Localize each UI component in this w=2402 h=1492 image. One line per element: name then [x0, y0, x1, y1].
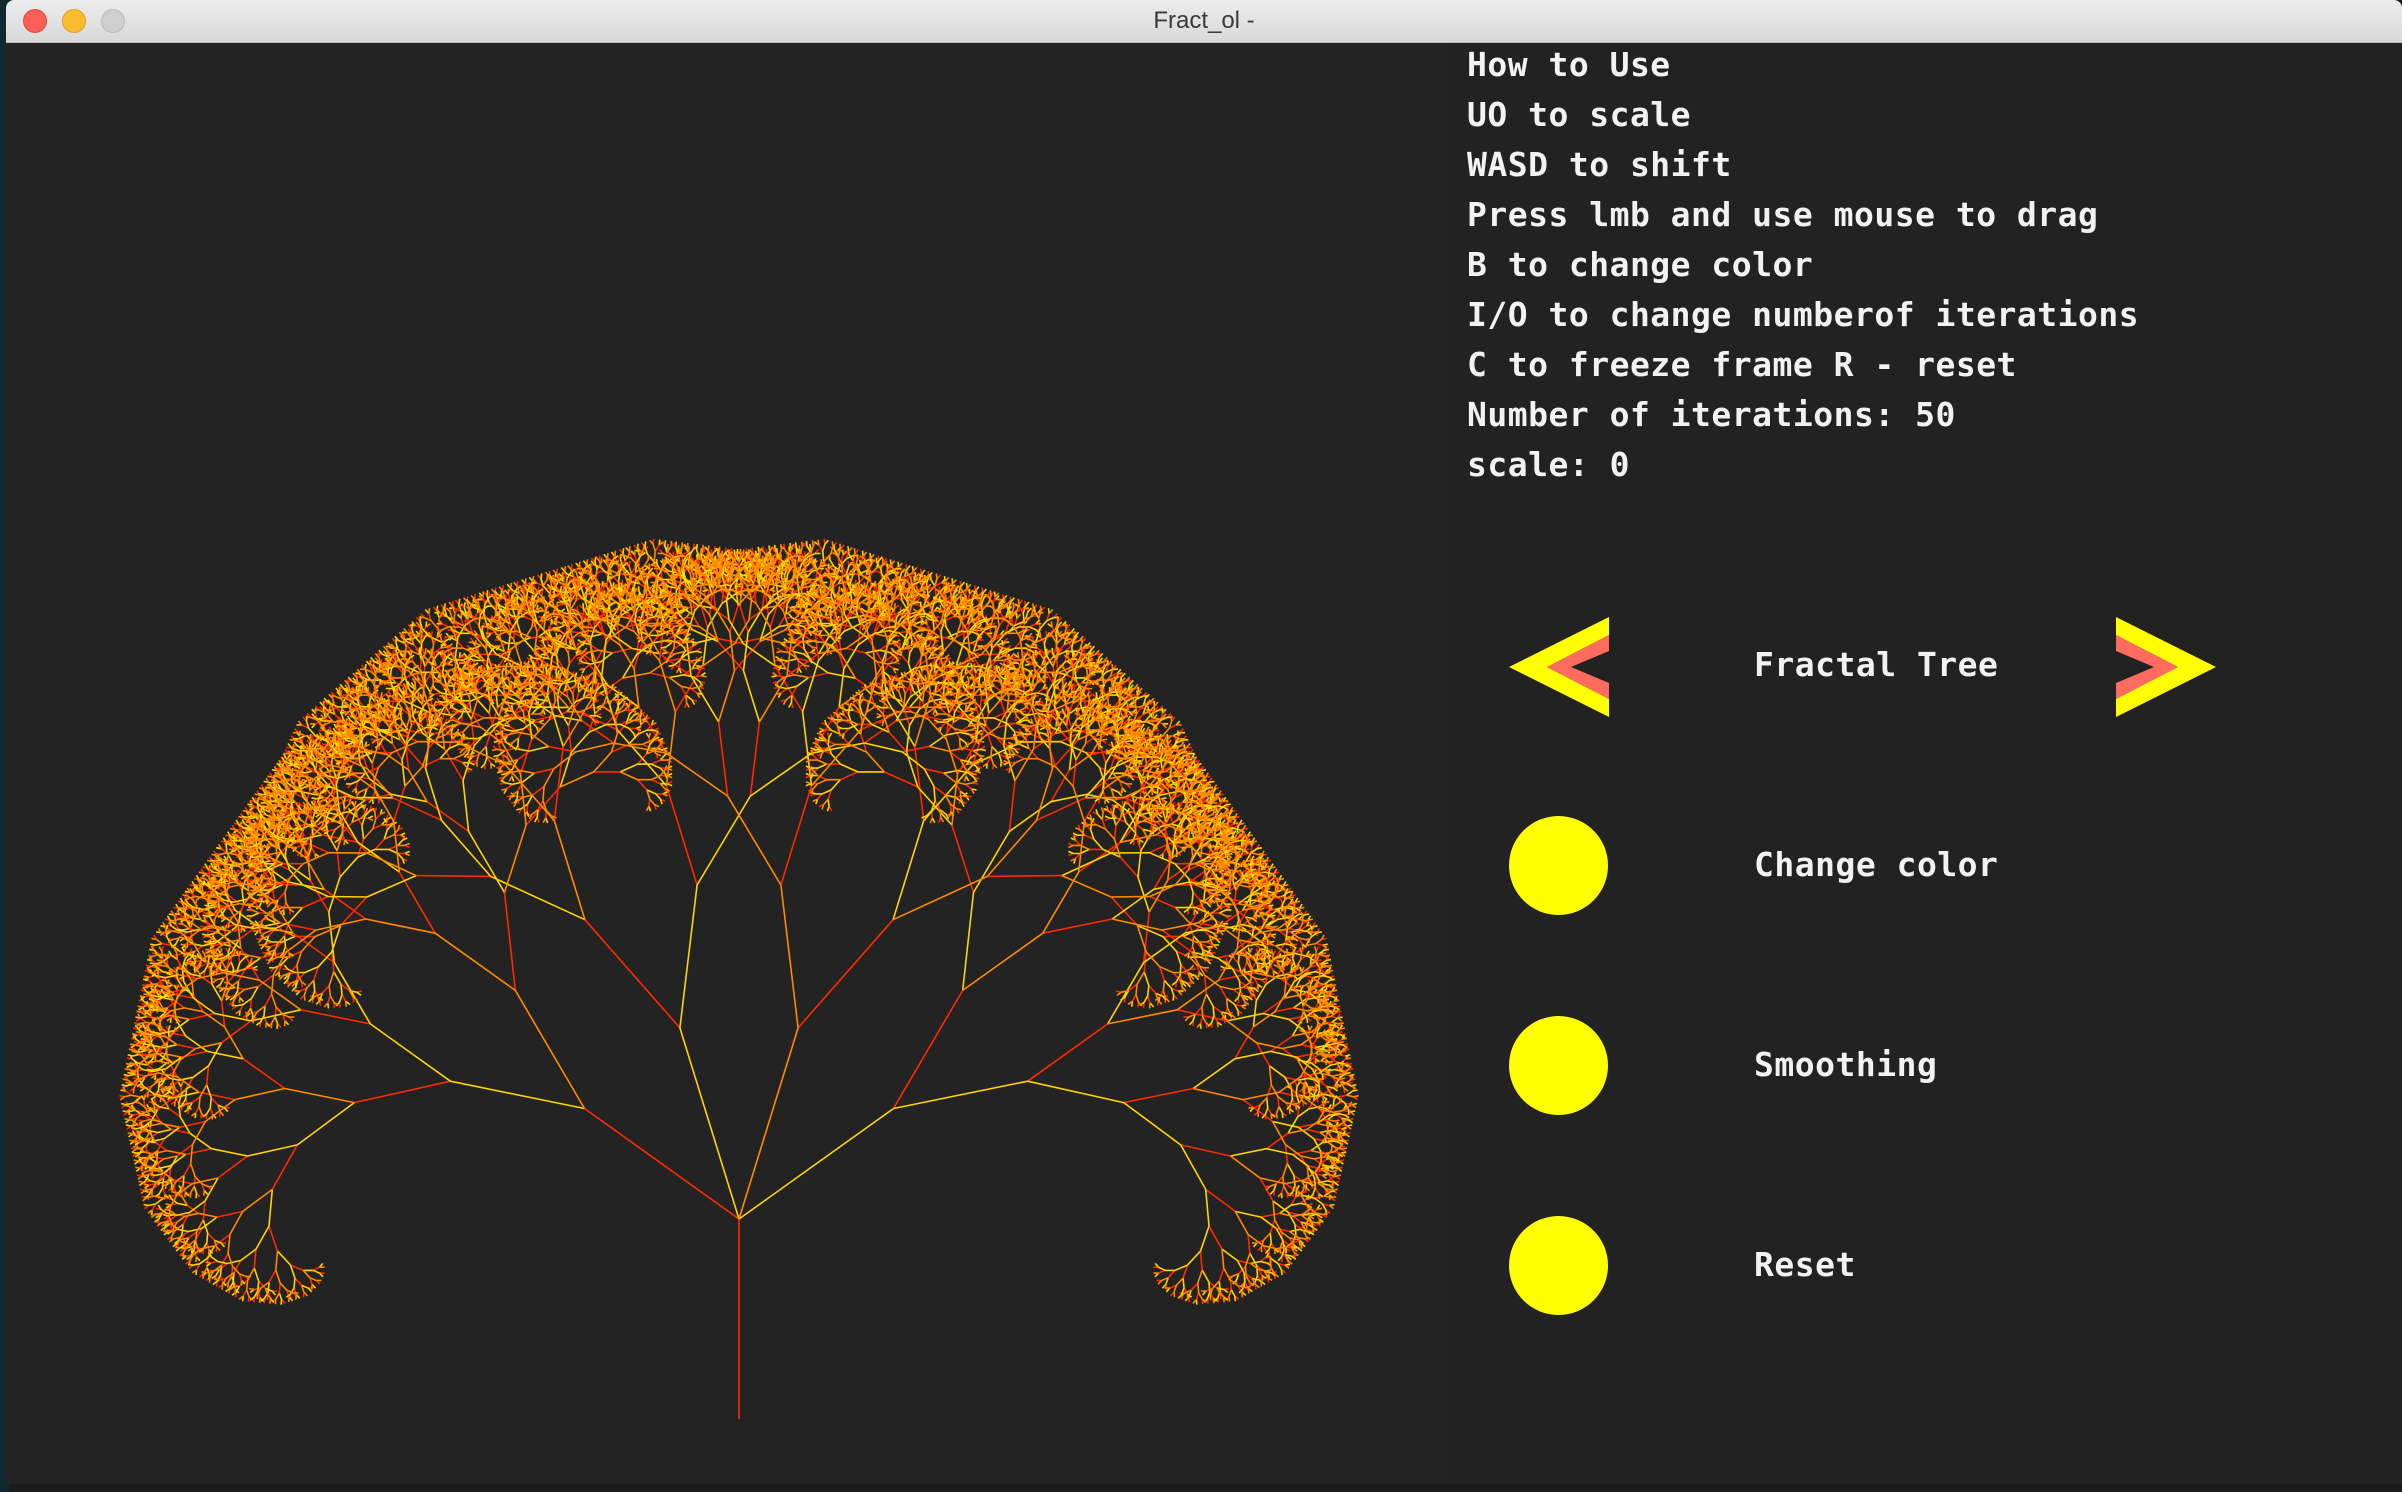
smoothing-button[interactable] — [1509, 1016, 1608, 1115]
help-drag-line: Press lmb and use mouse to drag — [1467, 195, 2099, 234]
tree-branches-layer-3 — [119, 539, 1359, 1305]
tree-branches-layer-2 — [120, 539, 1358, 1305]
reset-button[interactable] — [1509, 1216, 1608, 1315]
change-color-label: Change color — [1754, 845, 1999, 884]
iterations-readout: Number of iterations: 50 — [1467, 395, 1956, 434]
help-freeze-line: C to freeze frame R - reset — [1467, 345, 2017, 384]
control-panel: How to Use UO to scale WASD to shift Pre… — [1449, 43, 2402, 1484]
next-fractal-arrow-icon[interactable] — [2114, 617, 2216, 717]
fractal-canvas[interactable] — [6, 43, 1449, 1484]
help-color-line: B to change color — [1467, 245, 1814, 284]
change-color-button[interactable] — [1509, 816, 1608, 915]
help-title: How to Use — [1467, 45, 1671, 84]
help-shift-line: WASD to shift — [1467, 145, 1732, 184]
smoothing-label: Smoothing — [1754, 1045, 1938, 1084]
reset-label: Reset — [1754, 1245, 1856, 1284]
scale-readout: scale: 0 — [1467, 445, 1630, 484]
fractal-tree-drawing — [119, 538, 1359, 1419]
fractal-name-label: Fractal Tree — [1754, 645, 1999, 684]
app-window: Fract_ol - How to Use UO to scale WASD t… — [6, 0, 2402, 1484]
title-bar[interactable]: Fract_ol - — [6, 0, 2402, 43]
help-scale-line: UO to scale — [1467, 95, 1692, 134]
window-title: Fract_ol - — [1153, 7, 1255, 34]
help-iterations-line: I/O to change numberof iterations — [1467, 295, 2140, 334]
previous-fractal-arrow-icon[interactable] — [1509, 617, 1611, 717]
